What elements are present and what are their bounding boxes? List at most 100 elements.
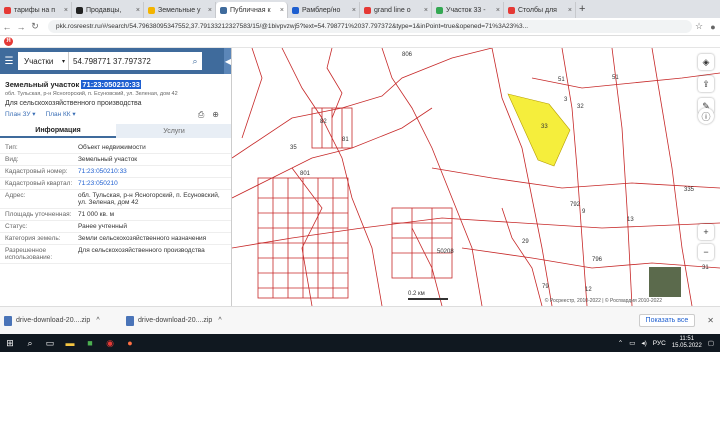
attribute-row: Разрешенное использование: Для сельскохоз… (0, 245, 231, 264)
search-input[interactable]: 54.798771 37.797372 (68, 52, 188, 70)
forward-icon[interactable]: → (14, 22, 28, 32)
basemap-thumbnail[interactable] (648, 266, 682, 298)
map-parcel-label: 81 (342, 137, 349, 143)
show-all-downloads-button[interactable]: Показать все (638, 314, 696, 327)
zoom-out-icon[interactable]: − (698, 244, 714, 260)
attribute-label: Разрешенное использование: (5, 247, 53, 261)
tab-label: Продавцы, (86, 6, 122, 14)
share-icon[interactable]: ⇪ (698, 76, 714, 92)
attribute-label: Тип: (5, 144, 18, 151)
close-icon[interactable]: ✕ (707, 316, 714, 325)
menu-icon[interactable]: ☰ (0, 56, 18, 67)
attribute-value: Земельный участок (78, 156, 138, 163)
chevron-up-icon[interactable]: ^ (96, 317, 99, 324)
plan-zu-link[interactable]: План ЗУ ▾ (5, 110, 36, 118)
clock[interactable]: 11:51 15.05.2022 (672, 336, 702, 350)
browser-tab[interactable]: Столбы для × (504, 2, 576, 18)
download-bar: drive-download-20....zip ^ drive-download-… (0, 306, 720, 334)
attribute-row: Площадь уточненная: 71 000 кв. м (0, 209, 231, 221)
search-icon[interactable]: ⌕ (20, 334, 40, 352)
map-parcel-label: 32 (577, 104, 584, 110)
download-item[interactable]: drive-download-20....zip ^ (4, 315, 122, 326)
search-icon[interactable]: ⌕ (188, 52, 202, 70)
attribute-label: Категория земель: (5, 235, 61, 242)
notifications-icon[interactable]: ▢ (708, 339, 714, 347)
volume-icon[interactable]: ◂) (641, 339, 646, 347)
back-icon[interactable]: ← (0, 22, 14, 32)
browser-tab[interactable]: Публичная к × (216, 2, 288, 18)
download-filename: drive-download-20....zip (16, 317, 91, 324)
download-item[interactable]: drive-download-20....zip ^ (126, 315, 244, 326)
map-canvas: 8065133351358018281322979297961279335135… (232, 48, 720, 306)
network-icon[interactable]: ▭ (629, 339, 635, 347)
browser-tab[interactable]: Участок 33 - × (432, 2, 504, 18)
attribute-value[interactable]: 71:23:050210 (78, 180, 231, 187)
map-parcel-label: 792 (570, 202, 581, 208)
tab-close-icon[interactable]: × (64, 7, 68, 14)
map-parcel-label: 51 (612, 75, 619, 81)
attribute-row: Категория земель: Земли сельскохозяйствен… (0, 233, 231, 245)
tab-label: Рамблер/но (302, 6, 341, 14)
tab-close-icon[interactable]: × (496, 7, 500, 14)
tab-label: Публичная к (230, 6, 271, 14)
panel-tabs: Информация Услуги (0, 124, 231, 138)
attribute-label: Площадь уточненная: (5, 211, 72, 218)
zoom-to-icon[interactable]: ⊕ (212, 110, 219, 120)
browser-tab[interactable]: Продавцы, × (72, 2, 144, 18)
tab-close-icon[interactable]: × (208, 7, 212, 14)
language-indicator[interactable]: РУС (653, 340, 666, 347)
tab-close-icon[interactable]: × (352, 7, 356, 14)
map-parcel-label: 82 (320, 119, 327, 125)
attribute-row: Адрес: обл. Тульская, р-н Ясногорский, п.… (0, 190, 231, 209)
task-view-icon[interactable]: ▭ (40, 334, 60, 352)
profile-icon[interactable]: ● (706, 22, 720, 32)
app-icon[interactable]: ■ (80, 334, 100, 352)
browser-tab[interactable]: Земельные у × (144, 2, 216, 18)
explorer-icon[interactable]: ▬ (60, 334, 80, 352)
attribute-value[interactable]: 71:23:050210:33 (78, 168, 231, 175)
system-tray: ⌃ ▭ ◂) РУС 11:51 15.05.2022 ▢ (618, 336, 720, 350)
plan-kk-link[interactable]: План КК ▾ (46, 110, 76, 118)
layers-icon[interactable]: ◈ (698, 54, 714, 70)
attribute-value: Для сельскохозяйственного производства (78, 247, 205, 254)
tab-close-icon[interactable]: × (136, 7, 140, 14)
tab-close-icon[interactable]: × (280, 7, 284, 14)
reload-icon[interactable]: ↻ (28, 21, 42, 32)
browser-tab[interactable]: Рамблер/но × (288, 2, 360, 18)
new-tab-button[interactable]: + (579, 3, 585, 15)
attribute-row: Кадастровый квартал: 71:23:050210 (0, 178, 231, 190)
chrome-icon[interactable]: ◉ (100, 334, 120, 352)
browser-tab[interactable]: тарифы на п × (0, 2, 72, 18)
map-parcel-label: 29 (522, 239, 529, 245)
zoom-in-icon[interactable]: + (698, 224, 714, 240)
parcel-number: 71:23:050210:33 (81, 80, 141, 89)
windows-start-icon[interactable]: ⊞ (0, 334, 20, 352)
map-parcel-label: 9 (582, 209, 586, 215)
url-field[interactable]: pkk.rosreestr.ru/#/search/54.79638095347… (48, 20, 692, 33)
tab-close-icon[interactable]: × (424, 7, 428, 14)
star-icon[interactable]: ☆ (692, 21, 706, 32)
tab-close-icon[interactable]: × (568, 7, 572, 14)
tray-up-icon[interactable]: ⌃ (618, 339, 623, 347)
cadastral-map[interactable]: 806 51 3 33 51 35 801 82 81 32 29 792 9 796 12 79 335 13 5… (232, 48, 720, 306)
chevron-up-icon[interactable]: ^ (218, 317, 221, 324)
attribute-value: Ранее учтенный (78, 223, 127, 230)
yandex-browser-icon[interactable]: ● (120, 334, 140, 352)
collapse-panel-icon[interactable]: ◀ (224, 48, 231, 74)
tab-services[interactable]: Услуги (116, 124, 231, 138)
map-parcel-label: 335 (684, 187, 695, 193)
yandex-icon[interactable]: Я (4, 37, 13, 46)
tab-info[interactable]: Информация (0, 124, 116, 138)
attribute-row: Тип: Объект недвижимости (0, 142, 231, 154)
tab-favicon-icon (436, 6, 443, 14)
browser-tab[interactable]: grand line о × (360, 2, 432, 18)
map-credit: © Росреестр, 2010-2022 | © Росгвардия 20… (544, 298, 662, 304)
tab-favicon-icon (220, 6, 227, 14)
info-icon[interactable]: ⓘ (698, 108, 714, 124)
map-parcel-label: 12 (585, 287, 592, 293)
download-filename: drive-download-20....zip (138, 317, 213, 324)
attribute-value: 71 000 кв. м (78, 211, 115, 218)
search-type-select[interactable]: Участки ▾ (18, 52, 68, 70)
print-icon[interactable]: ⎙ (198, 110, 204, 120)
map-parcel-label: 13 (627, 217, 634, 223)
